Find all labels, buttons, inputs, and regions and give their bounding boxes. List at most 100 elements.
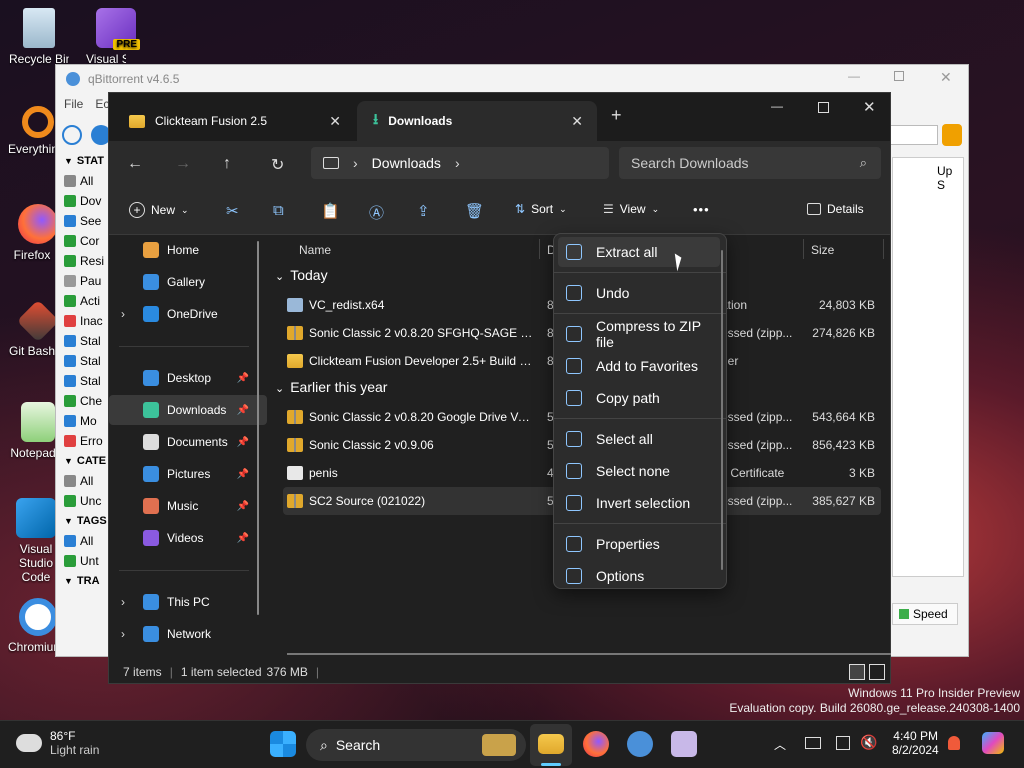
qb-sidebar-header[interactable]: ▼ CATE [56, 451, 111, 471]
copy-icon[interactable]: ⧉ [273, 202, 284, 219]
close-icon[interactable]: ✕ [863, 98, 876, 116]
maximize-icon[interactable] [818, 102, 829, 113]
qb-sidebar-item[interactable]: Stal [56, 331, 111, 351]
network-icon[interactable] [805, 737, 821, 749]
details-view-icon[interactable] [849, 664, 865, 680]
column-header-size[interactable]: Size [811, 243, 834, 257]
qbittorrent-titlebar[interactable]: qBittorrent v4.6.5 — ✕ [56, 65, 968, 93]
menu-item-select-all[interactable]: Select all [558, 424, 720, 454]
column-up-speed[interactable]: Up S [937, 164, 963, 192]
address-bar[interactable]: › Downloads › [311, 147, 609, 179]
view-button[interactable]: ☰ View ⌄ [603, 202, 659, 216]
nav-item-music[interactable]: Music 📌 [109, 491, 267, 521]
column-divider[interactable] [803, 239, 804, 259]
pin-icon[interactable]: 📌 [237, 469, 249, 480]
qb-sidebar-item[interactable]: Erro [56, 431, 111, 451]
up-icon[interactable]: ↑ [223, 155, 231, 173]
chevron-right-icon[interactable]: › [353, 155, 358, 171]
nav-item-home[interactable]: Home [109, 235, 267, 265]
paste-icon[interactable]: 📋 [321, 202, 340, 220]
speed-button[interactable]: Speed [892, 603, 958, 625]
menu-item-select-none[interactable]: Select none [558, 456, 720, 486]
qb-sidebar-item[interactable]: Pau [56, 271, 111, 291]
chevron-right-icon[interactable]: › [455, 155, 460, 171]
menu-item-extract-all[interactable]: Extract all [558, 237, 720, 267]
qb-sidebar-header[interactable]: ▼ TAGS [56, 511, 111, 531]
qb-sidebar-item[interactable]: Unc [56, 491, 111, 511]
qb-sidebar-item[interactable]: Unt [56, 551, 111, 571]
nav-item-downloads[interactable]: Downloads 📌 [109, 395, 267, 425]
desktop-icon-recycle-bin[interactable]: Recycle Bin [9, 8, 69, 66]
share-icon[interactable]: ⇪ [417, 202, 430, 220]
pin-icon[interactable]: 📌 [237, 437, 249, 448]
nav-item-documents[interactable]: Documents 📌 [109, 427, 267, 457]
nav-item-network[interactable]: › Network [109, 619, 267, 649]
qb-sidebar-item[interactable]: Mo [56, 411, 111, 431]
qb-torrent-list[interactable]: Up S [892, 157, 964, 577]
delete-icon[interactable]: 🗑 [465, 202, 484, 220]
column-divider[interactable] [883, 239, 884, 259]
menu-item-options[interactable]: Options [558, 561, 720, 591]
file-explorer-window[interactable]: Clickteam Fusion 2.5 ✕ ⭳ Downloads ✕ + —… [108, 92, 891, 684]
nav-item-pictures[interactable]: Pictures 📌 [109, 459, 267, 489]
column-divider[interactable] [539, 239, 540, 259]
weather-widget[interactable]: 86°F Light rain [16, 729, 99, 757]
pin-icon[interactable]: 📌 [237, 533, 249, 544]
tray-chevron-up-icon[interactable]: ︿ [774, 736, 786, 753]
chevron-down-icon[interactable]: ▼ [64, 156, 73, 166]
new-tab-button[interactable]: + [611, 105, 622, 126]
app-taskbar-icon[interactable] [671, 731, 697, 757]
qb-sidebar-item[interactable]: All [56, 171, 111, 191]
maximize-icon[interactable] [894, 71, 904, 81]
file-explorer-taskbar-icon[interactable] [538, 734, 564, 754]
qb-sidebar-item[interactable]: Cor [56, 231, 111, 251]
speaker-muted-icon[interactable]: 🔇 [860, 734, 877, 751]
pin-icon[interactable]: 📌 [237, 501, 249, 512]
desktop-icon-visual-studio[interactable]: PRE Visual Studio [86, 8, 146, 66]
new-button[interactable]: + New ⌄ [129, 202, 189, 218]
qb-sidebar-item[interactable]: All [56, 471, 111, 491]
sort-button[interactable]: ⇅ Sort ⌄ [515, 202, 567, 216]
qb-sidebar-item[interactable]: Stal [56, 371, 111, 391]
refresh-icon[interactable]: ↻ [271, 155, 284, 175]
minimize-icon[interactable]: — [771, 99, 783, 113]
horizontal-scrollbar[interactable] [287, 653, 891, 655]
link-icon[interactable] [62, 125, 82, 145]
menu-item-undo[interactable]: Undo [558, 278, 720, 308]
forward-icon[interactable]: → [175, 155, 191, 173]
taskbar-search[interactable]: ⌕ Search [306, 729, 526, 761]
qb-sidebar-header[interactable]: ▼ STAT [56, 151, 111, 171]
qbittorrent-taskbar-icon[interactable] [627, 731, 653, 757]
menu-item-compress-to-zip-file[interactable]: Compress to ZIP file [558, 318, 720, 350]
column-header-name[interactable]: Name [299, 243, 331, 257]
chevron-down-icon[interactable]: ▼ [64, 456, 73, 466]
clock[interactable]: 4:40 PM 8/2/2024 [892, 729, 939, 757]
menu-item-copy-path[interactable]: Copy path [558, 383, 720, 413]
display-icon[interactable] [836, 736, 850, 750]
qb-sidebar-item[interactable]: Acti [56, 291, 111, 311]
chevron-right-icon[interactable]: › [121, 307, 125, 321]
rename-icon[interactable]: Ⓐ [369, 202, 384, 223]
close-icon[interactable]: ✕ [940, 69, 952, 86]
menu-scrollbar[interactable] [721, 250, 723, 570]
pin-icon[interactable]: 📌 [237, 373, 249, 384]
chevron-down-icon[interactable]: ▼ [64, 516, 73, 526]
minimize-icon[interactable]: — [848, 69, 860, 83]
menu-item-add-to-favorites[interactable]: Add to Favorites [558, 351, 720, 381]
notification-bell-icon[interactable] [948, 736, 960, 750]
start-button[interactable] [270, 731, 296, 757]
menu-item-properties[interactable]: Properties [558, 529, 720, 559]
nav-item-desktop[interactable]: Desktop 📌 [109, 363, 267, 393]
qb-sidebar-item[interactable]: Che [56, 391, 111, 411]
cut-icon[interactable]: ✂ [226, 202, 239, 220]
close-tab-icon[interactable]: ✕ [571, 113, 583, 130]
qb-sidebar-item[interactable]: Dov [56, 191, 111, 211]
back-icon[interactable]: ← [127, 155, 143, 173]
search-box[interactable]: Search Downloads ⌕ [619, 147, 881, 179]
pin-icon[interactable]: 📌 [237, 405, 249, 416]
tab-downloads[interactable]: ⭳ Downloads ✕ [357, 101, 597, 141]
tiles-view-icon[interactable] [869, 664, 885, 680]
breadcrumb[interactable]: Downloads [372, 155, 441, 171]
qb-filter-dropdown[interactable] [888, 125, 938, 145]
qb-lock-icon[interactable] [942, 124, 962, 146]
